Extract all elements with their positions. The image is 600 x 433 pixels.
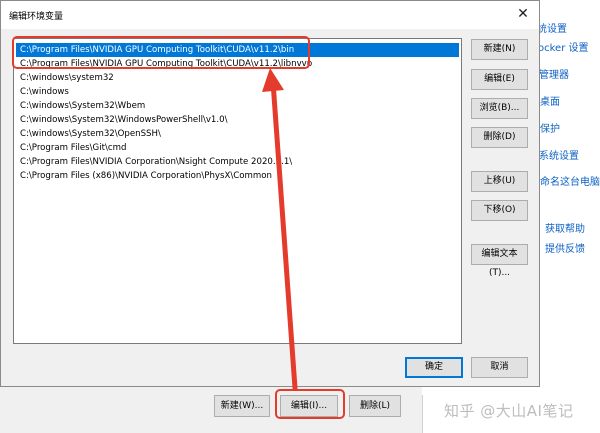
move-up-button[interactable]: 上移(U) xyxy=(471,171,528,192)
bg-link-advanced-system-settings[interactable]: 系统设置 xyxy=(539,147,579,162)
bg-link-protection[interactable]: 保护 xyxy=(540,120,560,135)
new-button[interactable]: 新建(N) xyxy=(471,39,528,60)
path-list-item[interactable]: C:\windows xyxy=(16,85,459,99)
path-list-item[interactable]: C:\Program Files (x86)\NVIDIA Corporatio… xyxy=(16,169,459,183)
watermark: 知乎 @大山AI笔记 xyxy=(444,402,574,420)
parent-dialog-footer: 新建(W)... 编辑(I)... 删除(L) xyxy=(0,385,422,433)
close-icon[interactable]: ✕ xyxy=(513,5,533,23)
path-list-item[interactable]: C:\windows\system32 xyxy=(16,71,459,85)
path-list[interactable]: C:\Program Files\NVIDIA GPU Computing To… xyxy=(13,38,462,344)
path-list-item[interactable]: C:\Program Files\NVIDIA Corporation\Nsig… xyxy=(16,155,459,169)
ok-button[interactable]: 确定 xyxy=(405,357,463,378)
delete-button[interactable]: 删除(D) xyxy=(471,127,528,148)
bg-link-system-settings[interactable]: 统设置 xyxy=(537,20,567,35)
bg-link-feedback[interactable]: 提供反馈 xyxy=(545,240,585,255)
path-list-item[interactable]: C:\Program Files\Git\cmd xyxy=(16,141,459,155)
highlight-box-cuda-paths xyxy=(12,36,310,69)
path-list-item[interactable]: C:\windows\System32\Wbem xyxy=(16,99,459,113)
edit-button[interactable]: 编辑(E) xyxy=(471,69,528,90)
bg-link-docker-settings[interactable]: ocker 设置 xyxy=(538,39,589,54)
parent-new-button[interactable]: 新建(W)... xyxy=(214,395,270,417)
move-down-button[interactable]: 下移(O) xyxy=(471,200,528,221)
bg-link-desktop[interactable]: 桌面 xyxy=(540,93,560,108)
bg-link-rename-pc[interactable]: 命名这台电脑 xyxy=(540,173,600,188)
bg-link-get-help[interactable]: 获取帮助 xyxy=(545,220,585,235)
browse-button[interactable]: 浏览(B)... xyxy=(471,98,528,119)
highlight-box-edit-button xyxy=(275,389,345,419)
dialog-titlebar[interactable]: 编辑环境变量 ✕ xyxy=(1,1,539,29)
path-list-item[interactable]: C:\windows\System32\WindowsPowerShell\v1… xyxy=(16,113,459,127)
path-list-item[interactable]: C:\windows\System32\OpenSSH\ xyxy=(16,127,459,141)
parent-delete-button[interactable]: 删除(L) xyxy=(349,395,401,417)
bg-link-manager[interactable]: 管理器 xyxy=(539,66,569,81)
cancel-button[interactable]: 取消 xyxy=(471,357,528,378)
dialog-title: 编辑环境变量 xyxy=(9,12,64,22)
edit-text-button[interactable]: 编辑文本(T)... xyxy=(471,244,528,278)
divider xyxy=(422,395,423,433)
